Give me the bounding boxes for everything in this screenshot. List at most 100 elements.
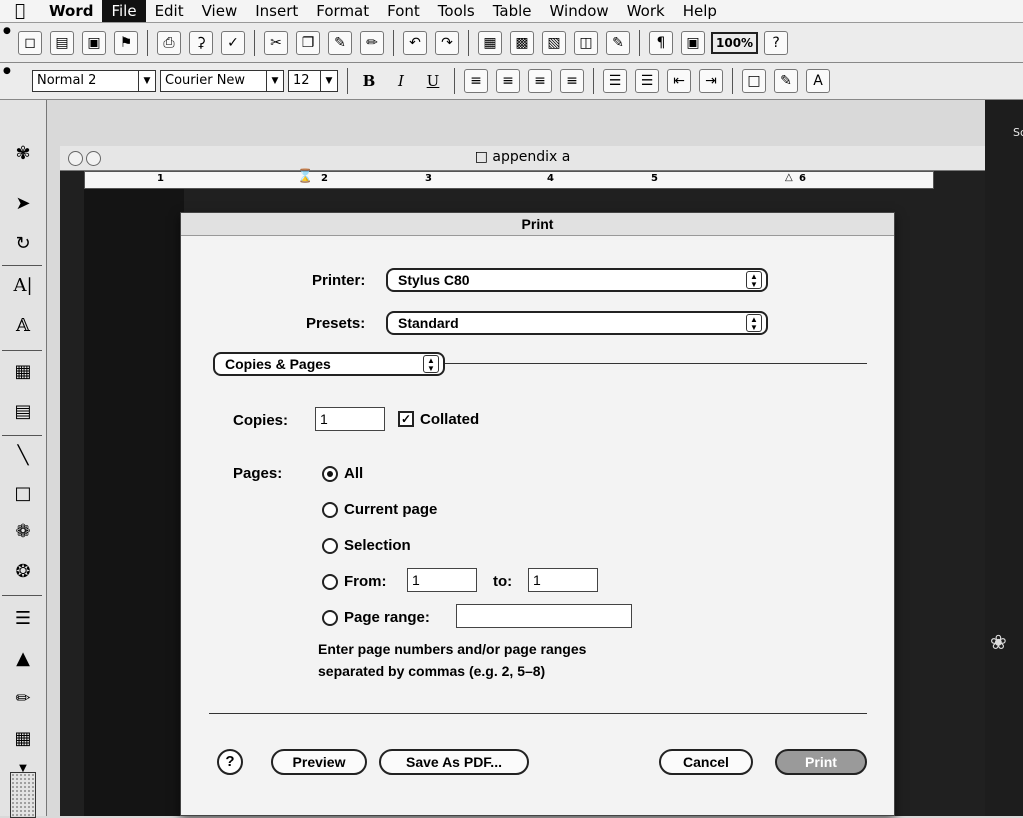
columns-icon[interactable]: ◫	[574, 30, 598, 55]
menu-table[interactable]: Table	[484, 0, 541, 22]
print-button[interactable]: Print	[775, 749, 867, 775]
copy-icon[interactable]: ❐	[296, 30, 320, 55]
numbering-icon[interactable]: ☰	[603, 69, 627, 93]
selection-radio[interactable]	[322, 538, 338, 554]
excel-icon[interactable]: ▧	[542, 30, 566, 55]
style-select[interactable]: Normal 2 ▼	[32, 70, 156, 92]
rectangle-icon[interactable]: □	[6, 480, 40, 508]
panel-divider	[445, 363, 867, 364]
menu-word[interactable]: Word	[40, 0, 102, 22]
select-arrow-icon[interactable]: ➤	[6, 190, 40, 218]
shadow-icon[interactable]: ▦	[6, 725, 40, 753]
from-label: From:	[344, 573, 387, 590]
picture-icon[interactable]: ▤	[6, 398, 40, 426]
current-page-radio[interactable]	[322, 502, 338, 518]
menu-work[interactable]: Work	[618, 0, 674, 22]
to-input[interactable]: 1	[528, 568, 598, 592]
font-color-icon[interactable]: A	[806, 69, 830, 93]
from-input[interactable]: 1	[407, 568, 477, 592]
line-tools-icon[interactable]: ❁	[6, 518, 40, 546]
line-icon[interactable]: ╲	[6, 442, 40, 470]
palette-scroll-handle[interactable]	[10, 772, 36, 818]
paste-icon[interactable]: ✎	[328, 30, 352, 55]
bold-button[interactable]: B	[356, 72, 382, 90]
print-icon[interactable]: ⎙	[157, 30, 181, 55]
wordart-icon[interactable]: 𝔸	[6, 312, 40, 340]
clip-art-icon[interactable]: ▦	[6, 358, 40, 386]
text-box-icon[interactable]: A|	[6, 272, 40, 300]
tables-icon[interactable]: ▦	[478, 30, 502, 55]
from-radio[interactable]	[322, 574, 338, 590]
page-range-radio[interactable]	[322, 610, 338, 626]
help-icon[interactable]: ?	[764, 30, 789, 55]
toolbar-grip-icon[interactable]: ●	[3, 66, 11, 76]
new-document-icon[interactable]: ◻	[18, 30, 42, 55]
printer-select[interactable]: Stylus C80 ▲ ▼	[386, 268, 768, 292]
align-left-icon[interactable]: ≡	[464, 69, 488, 93]
chevron-down-icon[interactable]: ▼	[266, 71, 283, 91]
increase-indent-icon[interactable]: ⇥	[699, 69, 723, 93]
print-preview-icon[interactable]: ⚳	[189, 30, 213, 55]
copies-input[interactable]: 1	[315, 407, 385, 431]
save-as-pdf-button[interactable]: Save As PDF...	[379, 749, 529, 775]
open-icon[interactable]: ▤	[50, 30, 74, 55]
chevron-down-icon[interactable]: ▼	[138, 71, 155, 91]
chevron-down-icon[interactable]: ▼	[320, 71, 337, 91]
preview-button[interactable]: Preview	[271, 749, 367, 775]
presets-select[interactable]: Standard ▲ ▼	[386, 311, 768, 335]
cancel-button[interactable]: Cancel	[659, 749, 753, 775]
highlight-icon[interactable]: ✎	[774, 69, 798, 93]
ruler-number: 5	[651, 173, 658, 184]
align-center-icon[interactable]: ≡	[496, 69, 520, 93]
decrease-indent-icon[interactable]: ⇤	[667, 69, 691, 93]
spelling-icon[interactable]: ✓	[221, 30, 245, 55]
redo-icon[interactable]: ↷	[435, 30, 459, 55]
insert-table-icon[interactable]: ▩	[510, 30, 534, 55]
web-icon[interactable]: ⚑	[114, 30, 138, 55]
drawing-icon[interactable]: ✎	[606, 30, 630, 55]
italic-button[interactable]: I	[388, 72, 414, 90]
underline-button[interactable]: U	[420, 72, 446, 90]
menu-font[interactable]: Font	[378, 0, 429, 22]
toolbar-divider	[593, 68, 594, 94]
apple-menu-icon[interactable]: 	[0, 1, 40, 21]
font-select[interactable]: Courier New ▼	[160, 70, 284, 92]
collated-checkbox[interactable]: ✓	[398, 411, 414, 427]
undo-icon[interactable]: ↶	[403, 30, 427, 55]
right-indent-marker-icon[interactable]: △	[785, 172, 793, 183]
font-size-select[interactable]: 12 ▼	[288, 70, 338, 92]
indent-marker-icon[interactable]: ⌛	[297, 169, 313, 184]
help-button[interactable]: ?	[217, 749, 243, 775]
format-painter-icon[interactable]: ✏	[360, 30, 384, 55]
cut-icon[interactable]: ✂	[264, 30, 288, 55]
line-color-icon[interactable]: ✏	[6, 685, 40, 713]
toolbar-divider	[347, 68, 348, 94]
shapes-icon[interactable]: ❂	[6, 558, 40, 586]
rotate-icon[interactable]: ↻	[6, 230, 40, 258]
show-hide-icon[interactable]: ¶	[649, 30, 673, 55]
menu-window[interactable]: Window	[541, 0, 618, 22]
dialog-title-text: Print	[517, 216, 558, 232]
bullets-icon[interactable]: ☰	[635, 69, 659, 93]
save-icon[interactable]: ▣	[82, 30, 106, 55]
align-right-icon[interactable]: ≡	[528, 69, 552, 93]
toolbar-grip-icon[interactable]: ●	[3, 26, 11, 36]
zoom-select[interactable]: 100%	[711, 31, 759, 54]
menu-edit[interactable]: Edit	[146, 0, 193, 22]
line-style-icon[interactable]: ☰	[6, 605, 40, 633]
horizontal-ruler[interactable]: 1 2 3 4 5 6 ⌛ △	[84, 169, 934, 189]
menu-insert[interactable]: Insert	[246, 0, 307, 22]
panel-select[interactable]: Copies & Pages ▲ ▼	[213, 352, 445, 376]
page-range-input[interactable]	[456, 604, 632, 628]
menu-tools[interactable]: Tools	[429, 0, 484, 22]
justify-icon[interactable]: ≡	[560, 69, 584, 93]
menu-view[interactable]: View	[193, 0, 247, 22]
fill-color-icon[interactable]: ▲	[6, 645, 40, 673]
autoshapes-icon[interactable]: ✾	[6, 140, 40, 168]
all-pages-radio[interactable]	[322, 466, 338, 482]
text-box-icon[interactable]: ▣	[681, 30, 705, 55]
menu-help[interactable]: Help	[674, 0, 726, 22]
menu-file[interactable]: File	[102, 0, 146, 22]
menu-format[interactable]: Format	[307, 0, 378, 22]
borders-icon[interactable]: □	[742, 69, 766, 93]
